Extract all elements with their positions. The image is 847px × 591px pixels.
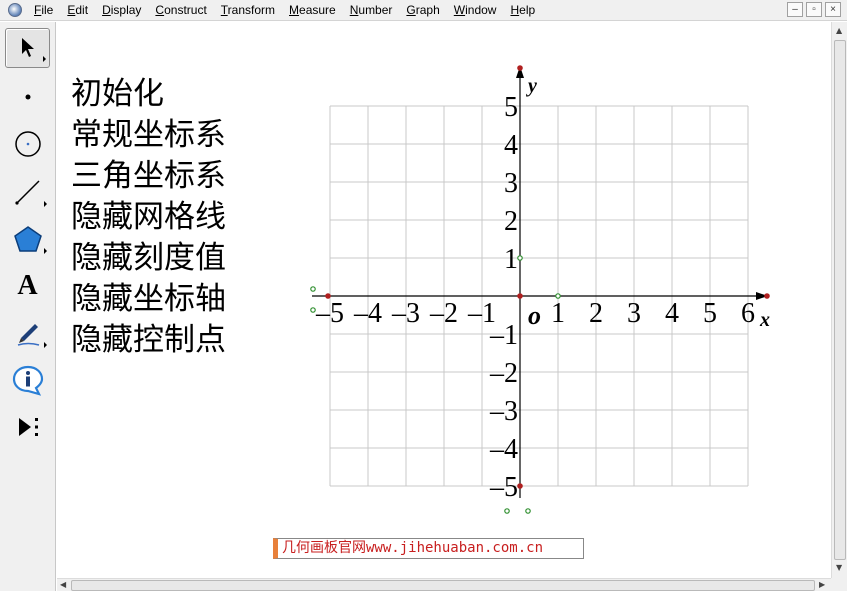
menu-label: raph — [415, 3, 440, 17]
pen-marker-icon — [17, 324, 39, 346]
menu-item-construct[interactable]: Construct — [148, 3, 213, 17]
scroll-right-arrow-icon[interactable]: ▶ — [819, 580, 825, 590]
scroll-left-arrow-icon[interactable]: ◀ — [60, 580, 66, 590]
line-segment-icon — [14, 180, 40, 205]
menu-accelerator: D — [102, 3, 111, 17]
menu-accelerator: M — [289, 3, 300, 17]
watermark-caption: 几何画板官网www.jihehuaban.com.cn — [273, 538, 584, 559]
menu-accelerator: H — [510, 3, 520, 17]
circle-icon — [14, 131, 41, 157]
polygon-tool[interactable] — [5, 219, 50, 259]
menu-label: dit — [75, 3, 89, 17]
menu-item-help[interactable]: Help — [503, 3, 542, 17]
action-button-standard-coords[interactable]: 常规坐标系 — [71, 117, 226, 153]
toolbox: A — [0, 22, 56, 591]
tool-submenu-indicator — [44, 342, 47, 348]
menu-label: ransform — [227, 3, 276, 17]
window-controls: – ▫ × — [787, 2, 841, 17]
horizontal-scrollbar[interactable]: ◀ ▶ — [57, 578, 831, 591]
menu-label: easure — [299, 3, 336, 17]
tool-submenu-indicator — [44, 201, 47, 207]
menu-label: umber — [358, 3, 393, 17]
action-button-trig-coords[interactable]: 三角坐标系 — [71, 158, 226, 194]
tool-submenu-indicator — [44, 248, 47, 254]
menu-accelerator: G — [406, 3, 416, 17]
scrollbar-corner — [831, 578, 847, 591]
arrow-select-icon — [21, 38, 34, 57]
menu-item-number[interactable]: Number — [343, 3, 400, 17]
menu-item-display[interactable]: Display — [95, 3, 148, 17]
text-tool[interactable]: A — [5, 266, 50, 306]
action-button-hide-tick-labels[interactable]: 隐藏刻度值 — [71, 240, 226, 276]
pentagon-icon — [13, 226, 42, 252]
action-button-initialize[interactable]: 初始化 — [71, 76, 164, 112]
point-tool[interactable] — [5, 77, 50, 117]
menu-item-edit[interactable]: Edit — [60, 3, 95, 17]
menu-item-measure[interactable]: Measure — [282, 3, 343, 17]
menu-accelerator: W — [453, 3, 466, 17]
tool-submenu-indicator — [43, 56, 46, 62]
menu-item-graph[interactable]: Graph — [399, 3, 446, 17]
menu-bar: File Edit Display Construct Transform Measure… — [0, 0, 847, 21]
custom-tools[interactable] — [5, 407, 50, 447]
menu-label: elp — [519, 3, 536, 17]
minimize-button[interactable]: – — [787, 2, 803, 17]
marker-tool[interactable] — [5, 313, 50, 353]
app-icon[interactable] — [8, 3, 22, 17]
menu-label: indow — [465, 3, 497, 17]
point-icon — [25, 94, 30, 100]
arrow-tool[interactable] — [5, 28, 50, 68]
menu-accelerator: C — [155, 3, 165, 17]
horizontal-scroll-thumb[interactable] — [71, 580, 815, 591]
information-tool[interactable] — [5, 360, 50, 400]
action-button-hide-control-points[interactable]: 隐藏控制点 — [71, 322, 226, 358]
close-button[interactable]: × — [825, 2, 841, 17]
menu-item-transform[interactable]: Transform — [214, 3, 282, 17]
menu-accelerator: T — [220, 3, 228, 17]
straightedge-tool[interactable] — [5, 172, 50, 212]
restore-button[interactable]: ▫ — [806, 2, 822, 17]
action-button-hide-axes[interactable]: 隐藏坐标轴 — [71, 281, 226, 317]
compass-tool[interactable] — [5, 124, 50, 164]
scroll-down-arrow-icon[interactable]: ▼ — [836, 563, 842, 573]
vertical-scrollbar[interactable]: ▲ ▼ — [831, 22, 847, 578]
menu-label: onstruct — [164, 3, 207, 17]
text-a-icon: A — [17, 270, 38, 301]
menu-label: ile — [41, 3, 54, 17]
menu-items: File Edit Display Construct Transform Measure… — [27, 3, 542, 17]
vertical-scroll-thumb[interactable] — [834, 40, 846, 560]
custom-tool-icon — [18, 418, 38, 436]
scroll-up-arrow-icon[interactable]: ▲ — [836, 26, 842, 36]
menu-item-window[interactable]: Window — [447, 3, 504, 17]
info-icon — [12, 365, 43, 396]
menu-item-file[interactable]: File — [27, 3, 60, 17]
action-button-hide-grid[interactable]: 隐藏网格线 — [71, 199, 226, 235]
menu-label: isplay — [110, 3, 142, 17]
